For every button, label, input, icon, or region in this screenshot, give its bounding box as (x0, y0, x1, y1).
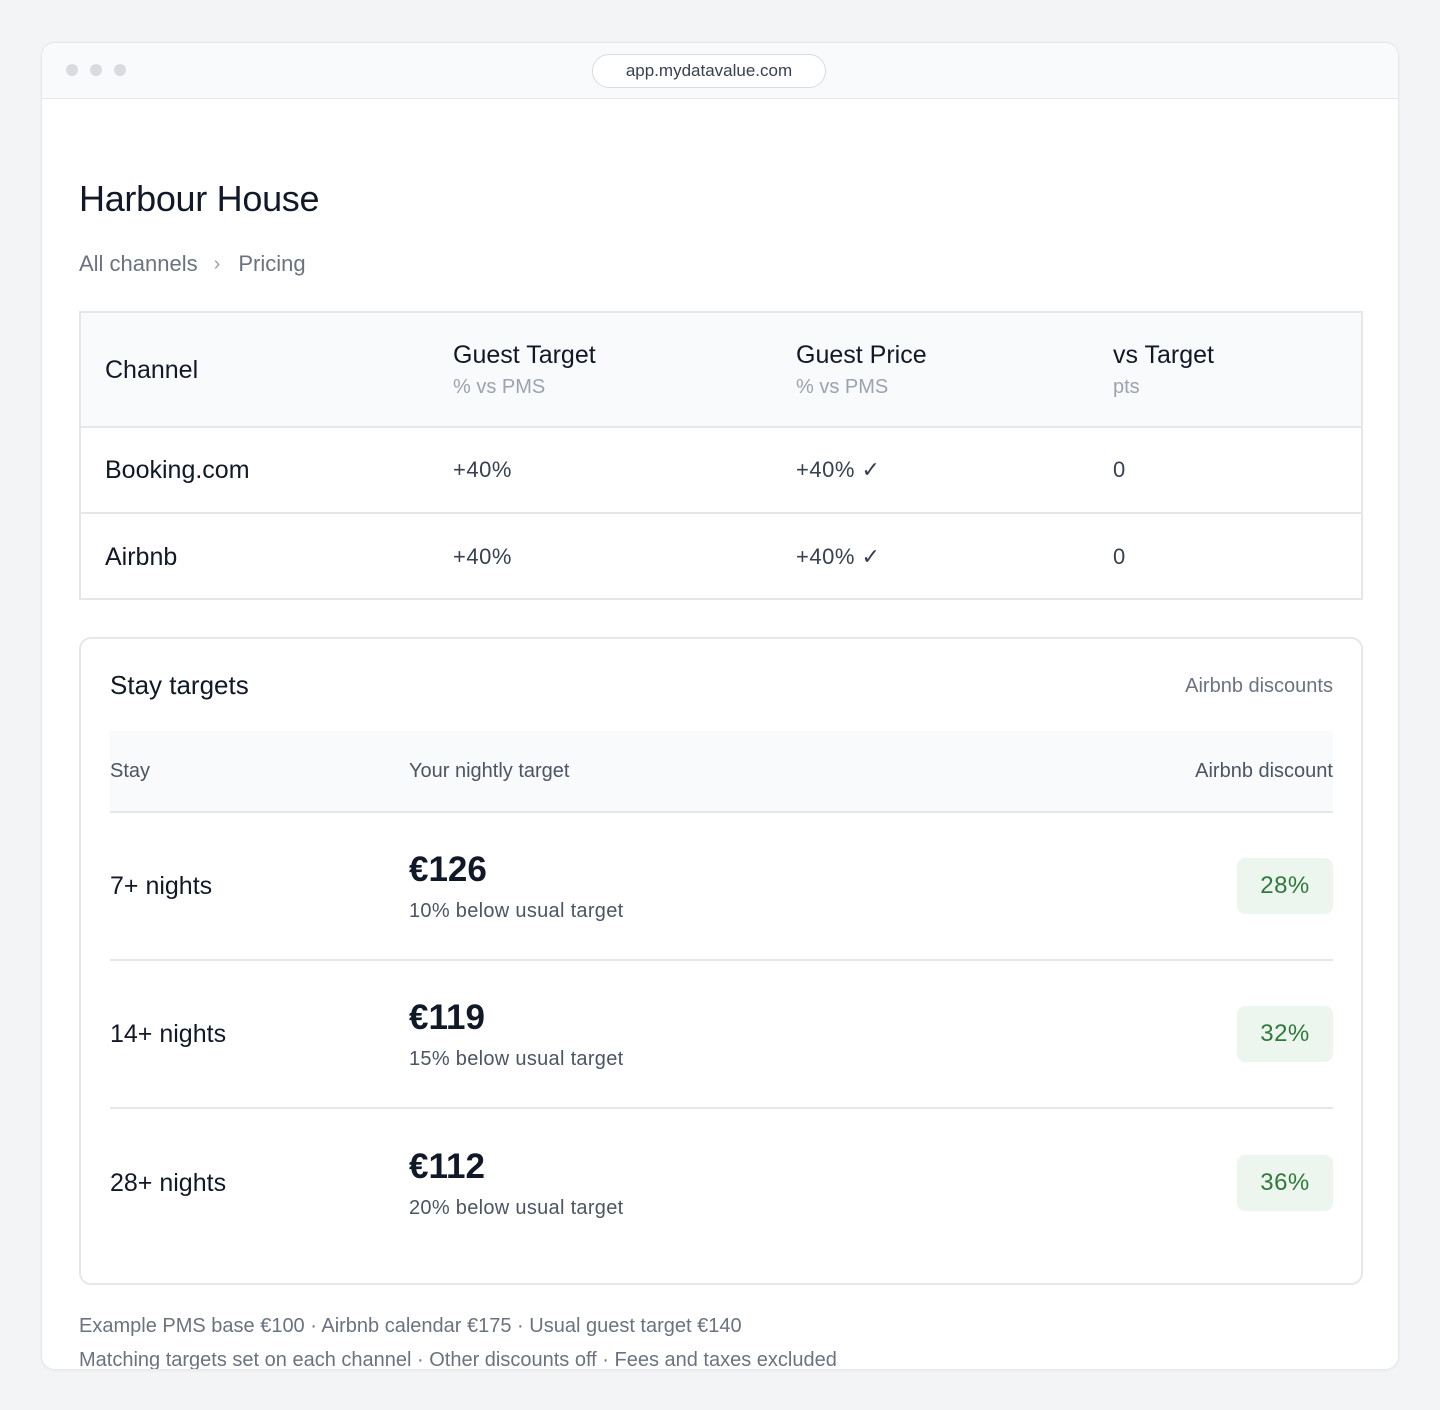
vs-target-value: 0 (1113, 457, 1126, 482)
stay-targets-card: Stay targets Airbnb discounts Stay Your … (79, 637, 1363, 1285)
nightly-target: €112 20% below usual target (409, 1109, 624, 1257)
nightly-target: €126 10% below usual target (409, 813, 624, 959)
header-nightly-target: Your nightly target (409, 759, 570, 782)
target-price: €112 (409, 1146, 485, 1186)
window-close-dot[interactable] (66, 64, 78, 76)
header-guest-target: Guest Target % vs PMS (453, 313, 596, 426)
channel-name: Booking.com (105, 455, 250, 484)
airbnb-discounts-link[interactable]: Airbnb discounts (1185, 675, 1333, 698)
header-vs-target-sub: pts (1113, 376, 1140, 398)
header-guest-price-sub: % vs PMS (796, 376, 889, 398)
browser-window: app.mydatavalue.com Harbour House All ch… (41, 42, 1399, 1370)
footnote-conditions: Matching targets set on each channel · O… (79, 1349, 837, 1370)
target-price: €119 (409, 997, 485, 1037)
stay-targets-title: Stay targets (110, 670, 249, 700)
channel-name: Airbnb (105, 542, 178, 571)
guest-price-value: +40% ✓ (796, 544, 881, 569)
stay-row[interactable]: 14+ nights €119 15% below usual target 3… (110, 961, 1333, 1109)
breadcrumb-all-channels[interactable]: All channels (79, 251, 198, 277)
target-price: €126 (409, 849, 487, 889)
page-title: Harbour House (79, 178, 320, 219)
target-note: 20% below usual target (409, 1196, 624, 1219)
discount-badge: 32% (1237, 1006, 1333, 1062)
footnote-example: Example PMS base €100 · Airbnb calendar … (79, 1315, 742, 1337)
channels-table-header: Channel Guest Target % vs PMS Guest Pric… (81, 313, 1361, 428)
header-guest-price: Guest Price % vs PMS (796, 313, 927, 426)
guest-target-value: +40% (453, 457, 512, 482)
header-guest-target-sub: % vs PMS (453, 376, 546, 398)
guest-target-value: +40% (453, 544, 512, 569)
breadcrumb: All channels › Pricing (79, 251, 306, 277)
discount-badge: 28% (1237, 858, 1333, 914)
table-row[interactable]: Airbnb +40% +40% ✓ 0 (81, 514, 1361, 600)
target-note: 15% below usual target (409, 1047, 624, 1070)
window-minimize-dot[interactable] (90, 64, 102, 76)
guest-price-value: +40% ✓ (796, 457, 881, 482)
header-guest-target-label: Guest Target (453, 341, 596, 369)
stay-length: 28+ nights (110, 1168, 227, 1197)
header-vs-target-label: vs Target (1113, 341, 1214, 369)
table-row[interactable]: Booking.com +40% +40% ✓ 0 (81, 428, 1361, 514)
stay-length: 14+ nights (110, 1019, 227, 1048)
header-channel-label: Channel (105, 355, 199, 384)
header-airbnb-discount: Airbnb discount (1195, 759, 1333, 782)
discount-badge: 36% (1237, 1155, 1333, 1211)
browser-titlebar: app.mydatavalue.com (42, 43, 1398, 99)
window-maximize-dot[interactable] (114, 64, 126, 76)
stay-row[interactable]: 28+ nights €112 20% below usual target 3… (110, 1109, 1333, 1257)
chevron-right-icon: › (213, 252, 221, 275)
stay-length: 7+ nights (110, 871, 213, 900)
header-guest-price-label: Guest Price (796, 341, 927, 369)
stay-targets-header: Stay Your nightly target Airbnb discount (110, 731, 1333, 813)
header-vs-target: vs Target pts (1113, 313, 1214, 426)
header-channel: Channel (105, 313, 198, 426)
channels-table: Channel Guest Target % vs PMS Guest Pric… (79, 311, 1363, 600)
header-stay: Stay (110, 759, 151, 782)
target-note: 10% below usual target (409, 899, 624, 922)
address-bar[interactable]: app.mydatavalue.com (592, 54, 826, 88)
page-content: Harbour House All channels › Pricing Cha… (79, 99, 1363, 1370)
breadcrumb-pricing: Pricing (238, 251, 306, 276)
nightly-target: €119 15% below usual target (409, 961, 624, 1107)
vs-target-value: 0 (1113, 544, 1126, 569)
stay-row[interactable]: 7+ nights €126 10% below usual target 28… (110, 813, 1333, 961)
